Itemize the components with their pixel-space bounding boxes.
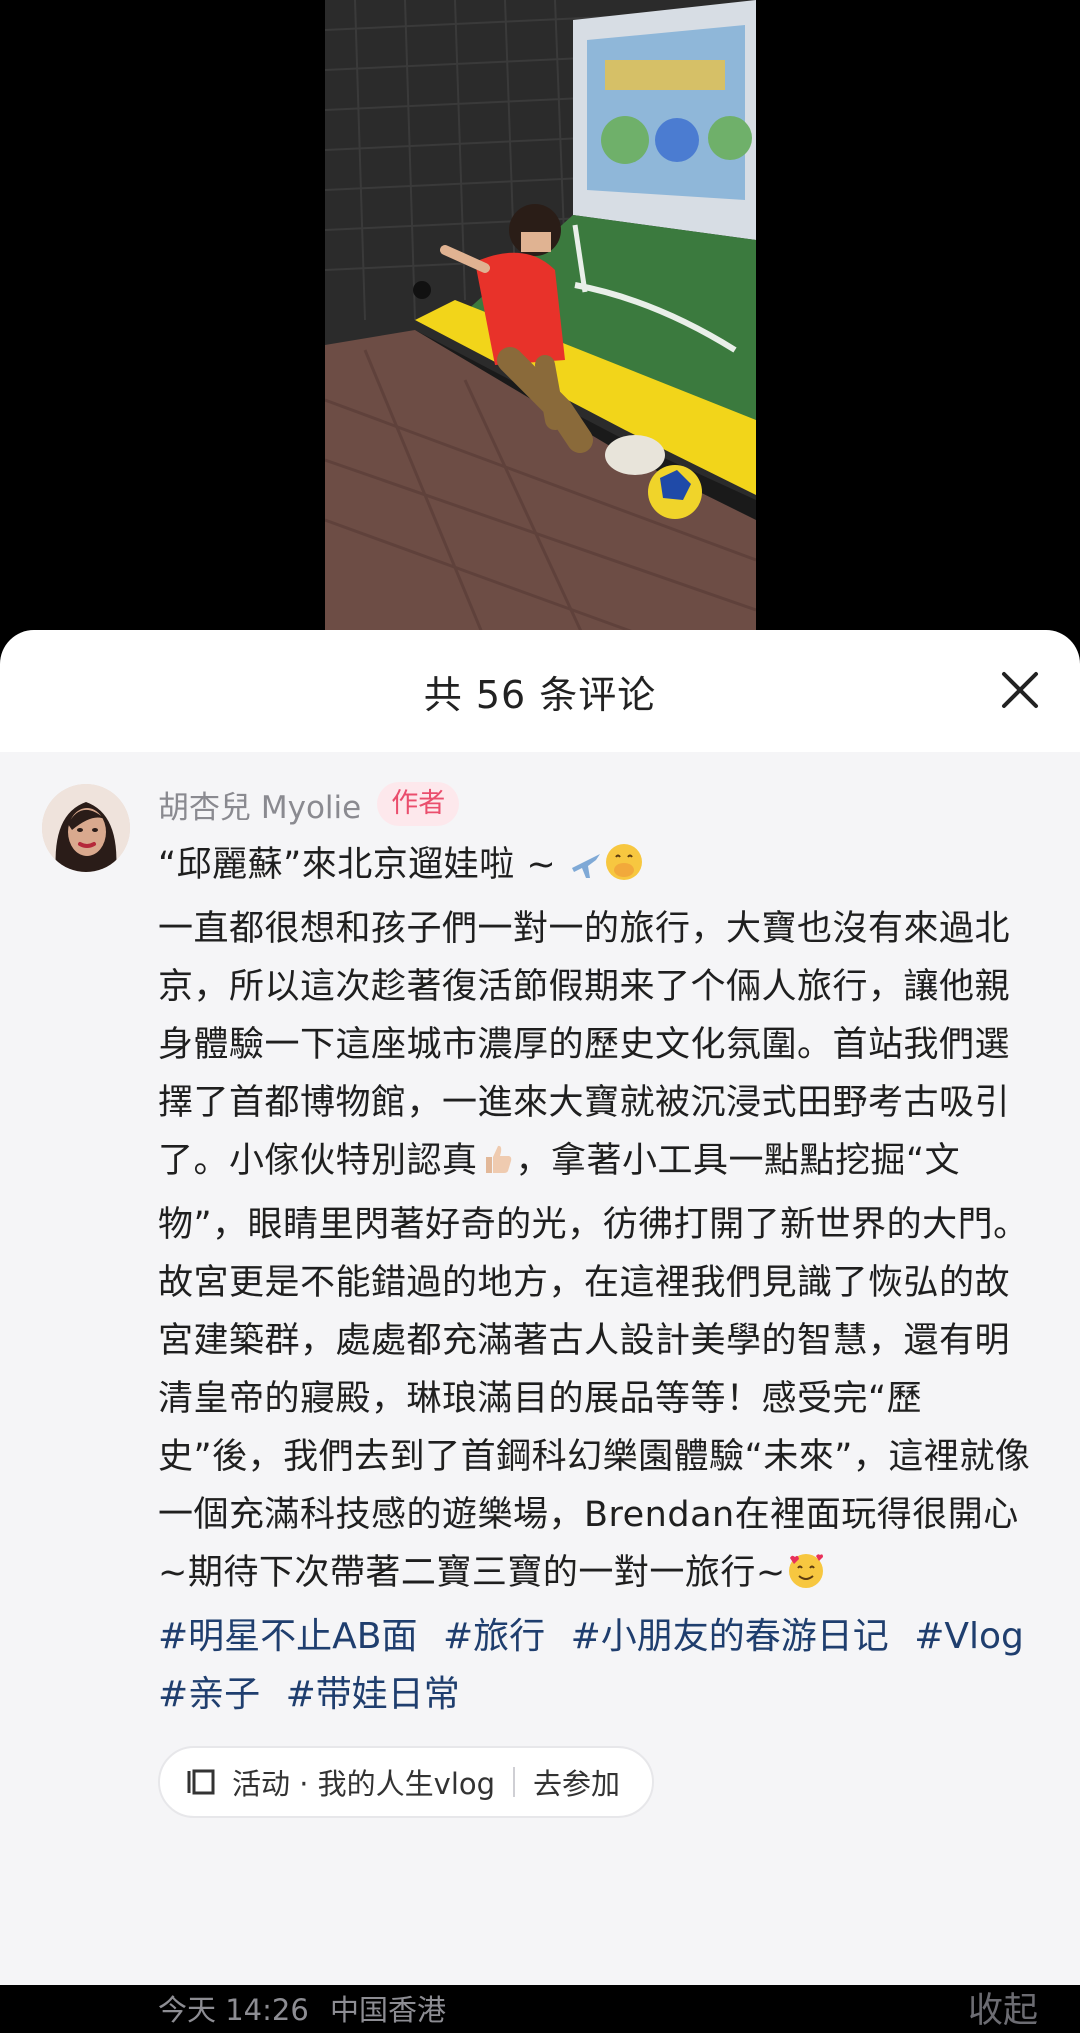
thumbs-up-icon bbox=[478, 1138, 516, 1196]
join-activity-button[interactable]: 去参加 bbox=[533, 1761, 620, 1803]
sheet-header: 共 56 条评论 bbox=[0, 630, 1080, 752]
activity-icon bbox=[187, 1769, 215, 1795]
author-badge: 作者 bbox=[377, 782, 460, 826]
airplane-icon bbox=[568, 842, 604, 900]
hand-over-mouth-emoji-icon bbox=[604, 842, 644, 900]
video-still bbox=[325, 0, 756, 640]
comment-meta-row: 今天 14:26 中国香港 收起 bbox=[158, 1982, 1038, 2033]
comment-time: 今天 14:26 bbox=[158, 1992, 309, 2027]
hashtag-link[interactable]: #小朋友的春游日记 bbox=[571, 1616, 889, 1657]
comment-count-title: 共 56 条评论 bbox=[423, 672, 657, 717]
smiling-face-with-hearts-icon bbox=[786, 1550, 826, 1608]
chip-divider bbox=[513, 1767, 516, 1797]
hashtag-link[interactable]: #明星不止AB面 bbox=[158, 1616, 418, 1657]
hashtag-link[interactable]: #Vlog bbox=[914, 1616, 1024, 1657]
video-frame[interactable] bbox=[325, 0, 756, 640]
avatar-image bbox=[42, 784, 130, 872]
close-button[interactable] bbox=[994, 664, 1046, 716]
author-name[interactable]: 胡杏兒 Myolie bbox=[158, 782, 361, 827]
comment-location: 中国香港 bbox=[330, 1992, 447, 2027]
close-icon bbox=[1002, 672, 1038, 708]
collapse-button[interactable]: 收起 bbox=[968, 1982, 1038, 2033]
comment-meta: 今天 14:26 中国香港 bbox=[158, 1987, 458, 2029]
comment-body-text-2: ，拿著小工具一點點挖掘“文物”，眼睛里閃著好奇的光，彷彿打開了新世界的大門。故宮… bbox=[158, 1141, 1031, 1593]
author-row: 胡杏兒 Myolie 作者 bbox=[158, 780, 1038, 828]
comment-item: 胡杏兒 Myolie 作者 “邱麗蘇”來北京遛娃啦 ~ 一直都很想和孩子們一對一… bbox=[0, 752, 1080, 2031]
activity-chip[interactable]: 活动 · 我的人生vlog 去参加 bbox=[158, 1746, 655, 1818]
comment-text: “邱麗蘇”來北京遛娃啦 ~ 一直都很想和孩子們一對一的旅行，大寶也沒有來過北京，… bbox=[158, 836, 1038, 1608]
hashtag-list: #明星不止AB面 #旅行 #小朋友的春游日记 #Vlog #亲子 #带娃日常 bbox=[158, 1608, 1038, 1724]
comment-body: 胡杏兒 Myolie 作者 “邱麗蘇”來北京遛娃啦 ~ 一直都很想和孩子們一對一… bbox=[158, 780, 1038, 1818]
hashtag-link[interactable]: #旅行 bbox=[443, 1616, 545, 1657]
avatar[interactable] bbox=[42, 784, 130, 872]
comment-sheet: 共 56 条评论 胡杏兒 Myolie 作者 “邱麗蘇”來北京遛娃啦 ~ 一直都… bbox=[0, 630, 1080, 2031]
video-player[interactable] bbox=[0, 0, 1080, 640]
activity-label: 活动 · 我的人生vlog bbox=[232, 1767, 496, 1801]
hashtag-link[interactable]: #亲子 bbox=[158, 1674, 260, 1715]
hashtag-link[interactable]: #带娃日常 bbox=[286, 1674, 460, 1715]
comment-first-line: “邱麗蘇”來北京遛娃啦 ~ bbox=[158, 845, 568, 885]
